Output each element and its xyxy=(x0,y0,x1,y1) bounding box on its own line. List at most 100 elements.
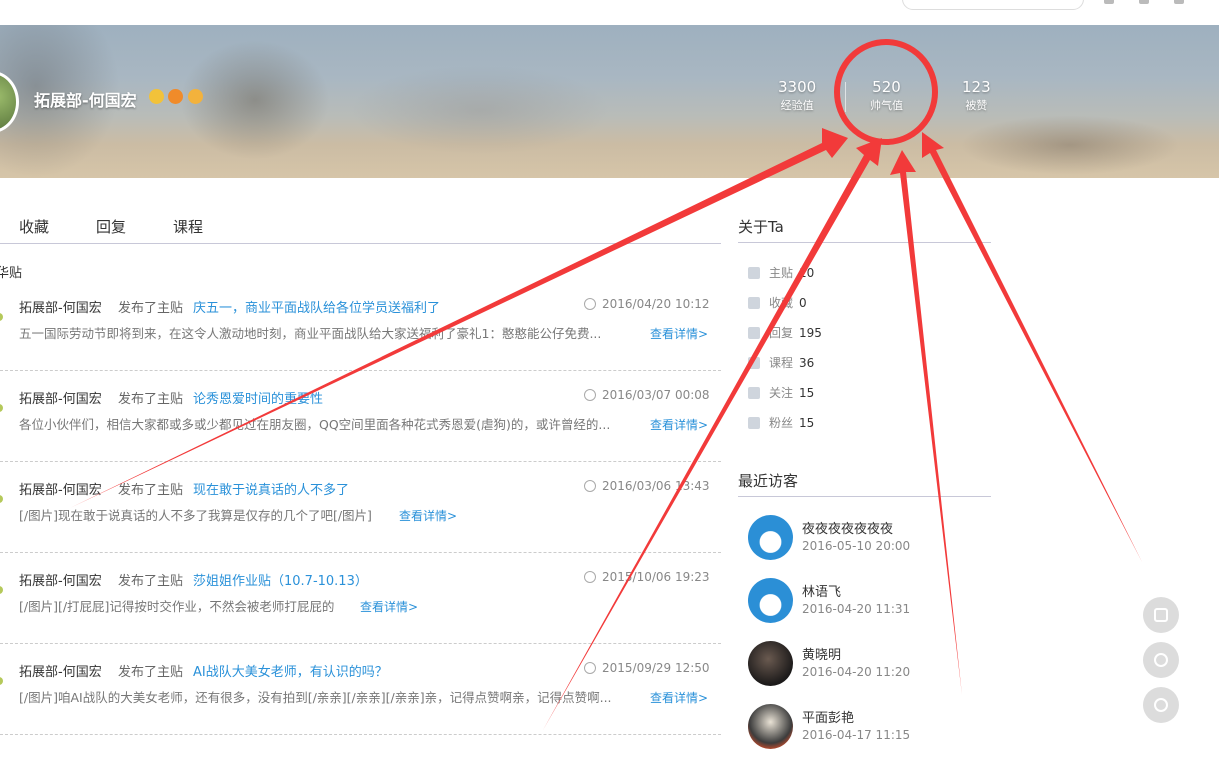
view-details-link[interactable]: 查看详情> xyxy=(360,598,418,615)
top-bar xyxy=(0,0,1219,25)
clock-icon xyxy=(584,480,596,492)
post-author[interactable]: 拓展部-何国宏 xyxy=(19,388,102,407)
profile-username: 拓展部-何国宏 xyxy=(34,91,137,110)
visitor-name[interactable]: 林语飞 xyxy=(802,581,841,600)
stat-handsome: 520 帅气值 xyxy=(870,78,903,112)
fans-icon xyxy=(748,417,760,429)
visitor-time: 2016-04-20 11:31 xyxy=(802,602,911,616)
comment-icon xyxy=(748,327,760,339)
post-excerpt: 各位小伙伴们，相信大家都或多或少都见过在朋友圈，QQ空间里面各种花式秀恩爱(虐狗… xyxy=(19,417,611,432)
post-excerpt: [/图片][/打屁屁]记得按时交作业，不然会被老师打屁屁的 xyxy=(19,599,335,614)
annotation-arrow xyxy=(922,132,1142,562)
bullet-dot xyxy=(0,313,3,321)
stat-experience: 3300 经验值 xyxy=(778,78,817,112)
post-verb: 发布了主贴 xyxy=(118,665,184,680)
post-excerpt: 五一国际劳动节即将到来，在这令人激动地时刻，商业平面战队给大家送福利了豪礼1：憨… xyxy=(19,326,602,341)
tab-favorites[interactable]: 收藏 xyxy=(19,216,49,237)
visitor-name[interactable]: 平面彭艳 xyxy=(802,707,854,726)
divider xyxy=(738,242,991,243)
about-row-fans[interactable]: 粉丝 15 xyxy=(748,414,814,431)
stat-divider xyxy=(845,82,846,112)
user-icon xyxy=(748,387,760,399)
post-verb: 发布了主贴 xyxy=(118,574,184,589)
post-title[interactable]: AI战队大美女老师，有认识的吗？ xyxy=(193,661,388,680)
qq-button[interactable] xyxy=(1143,642,1179,678)
bullet-dot xyxy=(0,677,3,685)
search-box[interactable] xyxy=(902,0,1084,10)
post-date: 2015/10/06 19:23 xyxy=(602,570,710,584)
post-title[interactable]: 论秀恩爱时间的重要性 xyxy=(193,388,323,407)
post-verb: 发布了主贴 xyxy=(118,483,184,498)
post-title[interactable]: 现在敢于说真话的人不多了 xyxy=(193,479,349,498)
view-details-link[interactable]: 查看详情> xyxy=(650,325,708,342)
post-author[interactable]: 拓展部-何国宏 xyxy=(19,297,102,316)
about-row-following[interactable]: 关注 15 xyxy=(748,384,814,401)
heart-icon xyxy=(748,297,760,309)
post-verb: 发布了主贴 xyxy=(118,301,184,316)
visitor-avatar[interactable] xyxy=(748,641,793,686)
visitor-avatar[interactable] xyxy=(748,515,793,560)
mobile-app-button[interactable] xyxy=(1143,597,1179,633)
visitor-name[interactable]: 黄晓明 xyxy=(802,644,841,663)
view-details-link[interactable]: 查看详情> xyxy=(650,416,708,433)
about-heading: 关于Ta xyxy=(738,218,784,236)
visitor-time: 2016-04-17 11:15 xyxy=(802,728,911,742)
post-title[interactable]: 庆五一，商业平面战队给各位学员送福利了 xyxy=(193,297,440,316)
clock-icon xyxy=(584,571,596,583)
profile-banner: 拓展部-何国宏 3300 经验值 520 帅气值 123 被赞 xyxy=(0,25,1219,178)
post-date: 2016/03/07 00:08 xyxy=(602,388,710,402)
visitor-avatar[interactable] xyxy=(748,578,793,623)
about-row-posts[interactable]: 主贴 10 xyxy=(748,264,814,281)
user-icon[interactable] xyxy=(1104,0,1114,4)
about-row-replies[interactable]: 回复 195 xyxy=(748,324,822,341)
help-button[interactable] xyxy=(1143,687,1179,723)
visitor-time: 2016-04-20 11:20 xyxy=(802,665,911,679)
document-icon xyxy=(748,267,760,279)
bell-icon[interactable] xyxy=(1174,0,1184,4)
tab-replies[interactable]: 回复 xyxy=(96,216,126,237)
post-item: 拓展部-何国宏 发布了主贴 AI战队大美女老师，有认识的吗？ 2015/09/2… xyxy=(0,643,721,735)
bullet-dot xyxy=(0,586,3,594)
post-author[interactable]: 拓展部-何国宏 xyxy=(19,661,102,680)
phone-icon xyxy=(1154,608,1168,622)
post-item: 拓展部-何国宏 发布了主贴 现在敢于说真话的人不多了 2016/03/06 13… xyxy=(0,461,721,553)
qq-icon xyxy=(1154,653,1168,667)
visitor-item[interactable]: 平面彭艳 2016-04-17 11:15 xyxy=(748,704,988,754)
tab-courses[interactable]: 课程 xyxy=(173,216,203,237)
stat-likes: 123 被赞 xyxy=(962,78,991,112)
post-author[interactable]: 拓展部-何国宏 xyxy=(19,570,102,589)
visitor-item[interactable]: 林语飞 2016-04-20 11:31 xyxy=(748,578,988,628)
visitor-item[interactable]: 夜夜夜夜夜夜夜 2016-05-10 20:00 xyxy=(748,515,988,565)
post-item: 拓展部-何国宏 发布了主贴 庆五一，商业平面战队给各位学员送福利了 2016/0… xyxy=(0,279,721,371)
level-badge-icon xyxy=(188,89,203,104)
clock-icon xyxy=(584,298,596,310)
post-author[interactable]: 拓展部-何国宏 xyxy=(19,479,102,498)
post-item: 拓展部-何国宏 发布了主贴 莎姐姐作业贴（10.7-10.13） 2015/10… xyxy=(0,552,721,644)
bullet-dot xyxy=(0,495,3,503)
question-icon xyxy=(1154,698,1168,712)
course-icon xyxy=(748,357,760,369)
view-details-link[interactable]: 查看详情> xyxy=(399,507,457,524)
post-date: 2016/04/20 10:12 xyxy=(602,297,710,311)
visitor-name[interactable]: 夜夜夜夜夜夜夜 xyxy=(802,518,893,537)
view-details-link[interactable]: 查看详情> xyxy=(650,689,708,706)
visitor-avatar[interactable] xyxy=(748,704,793,749)
settings-icon[interactable] xyxy=(1139,0,1149,4)
visitors-heading: 最近访客 xyxy=(738,472,799,490)
star-badge-icon xyxy=(149,89,164,104)
divider xyxy=(738,496,991,497)
post-date: 2015/09/29 12:50 xyxy=(602,661,710,675)
post-date: 2016/03/06 13:43 xyxy=(602,479,710,493)
post-item: 拓展部-何国宏 发布了主贴 论秀恩爱时间的重要性 2016/03/07 00:0… xyxy=(0,370,721,462)
about-row-favorites[interactable]: 收藏 0 xyxy=(748,294,807,311)
visitor-time: 2016-05-10 20:00 xyxy=(802,539,911,553)
clock-icon xyxy=(584,662,596,674)
post-excerpt: [/图片]咱AI战队的大美女老师，还有很多，没有拍到[/亲亲][/亲亲][/亲亲… xyxy=(19,690,612,705)
post-title[interactable]: 莎姐姐作业贴（10.7-10.13） xyxy=(193,570,368,589)
profile-tabs: 收藏 回复 课程 xyxy=(0,213,721,244)
medal-badge-icon xyxy=(168,89,183,104)
post-excerpt: [/图片]现在敢于说真话的人不多了我算是仅存的几个了吧[/图片] xyxy=(19,508,372,523)
post-verb: 发布了主贴 xyxy=(118,392,184,407)
about-row-courses[interactable]: 课程 36 xyxy=(748,354,814,371)
visitor-item[interactable]: 黄晓明 2016-04-20 11:20 xyxy=(748,641,988,691)
